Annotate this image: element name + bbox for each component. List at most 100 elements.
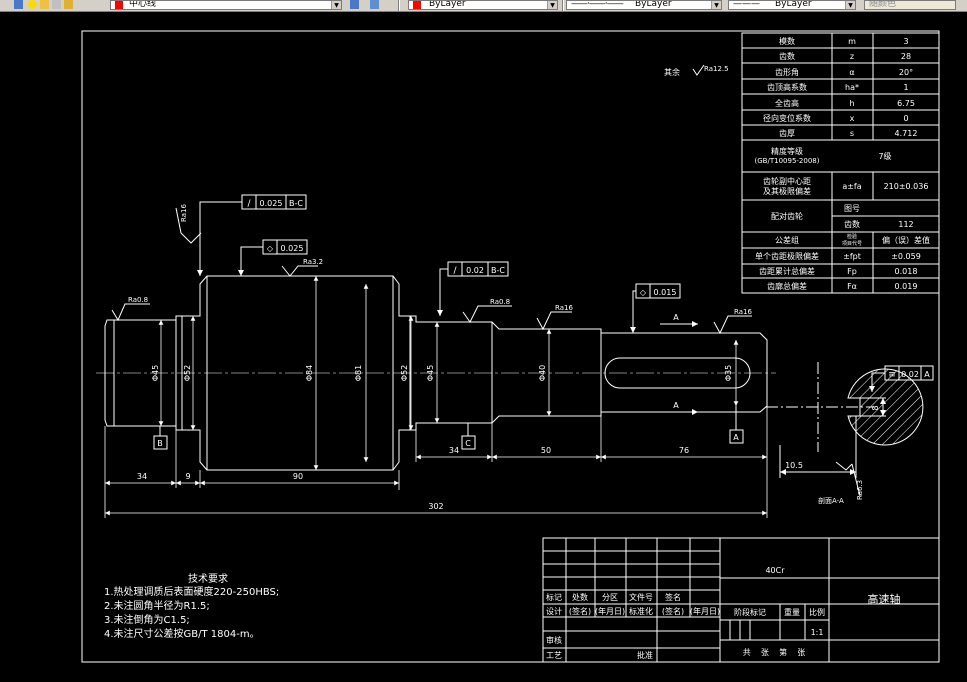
plotstyle-dropdown: 随颜色	[864, 0, 956, 10]
gear-table-cell: 齿厚	[779, 129, 795, 138]
gear-table-cell: z	[850, 52, 854, 61]
key-depth-10-5: 10.5	[785, 461, 803, 470]
mate-teeth-label: 齿数	[844, 219, 860, 229]
linetype-dropdown[interactable]: ——·——·—— ByLayer ▼	[566, 0, 722, 10]
gdt2-value: 0.025	[281, 244, 304, 253]
layer-name: 中心线	[129, 0, 157, 9]
lineweight-dropdown[interactable]: ——— ByLayer ▼	[728, 0, 856, 10]
linetype-sample-icon: ——·——·——	[571, 0, 624, 9]
make-current-layer-icon[interactable]	[350, 0, 359, 9]
gdt-frame-2: ◇ 0.025	[238, 239, 308, 276]
tb-count: 处数	[572, 592, 588, 602]
roughness-r5: Ra16	[555, 304, 573, 312]
gear-table-cell: 径向变位系数	[763, 113, 811, 123]
roughness-symbol-icon	[111, 303, 150, 322]
center-distance-value: 210±0.036	[884, 182, 929, 191]
datum-c: C	[465, 439, 471, 448]
tolerance-check-label: 检验	[847, 233, 857, 240]
layer-dropdown[interactable]: 中心线 ▼	[110, 0, 342, 10]
notes-title: 技术要求	[188, 572, 228, 585]
tb-sign-name: (签名)	[569, 606, 591, 616]
len-302: 302	[428, 502, 443, 511]
note-line-4: 4.未注尺寸公差按GB/T 1804-m。	[104, 627, 260, 640]
key-width-8: 8	[871, 405, 880, 410]
layer-manager-icon[interactable]	[14, 0, 23, 9]
tb-sheets: 共 张 第 张	[743, 647, 806, 657]
roughness-symbol-icon	[536, 311, 572, 331]
gear-table-lower: 精度等级 (GB/T10095-2008) 7级 齿轮副中心距 及其极限偏差 a…	[755, 146, 930, 291]
toolbar-separator	[562, 0, 564, 11]
note-line-2: 2.未注圆角半径为R1.5;	[104, 599, 210, 612]
note-line-1: 1.热处理调质后表面硬度220-250HBS;	[104, 585, 279, 598]
roughness-symbol-icon	[713, 315, 752, 335]
gear-table-cell: ha*	[845, 83, 859, 92]
gear-table-cell: 齿形角	[775, 67, 799, 77]
profile-dev-symbol: Fα	[847, 282, 857, 291]
tb-process: 工艺	[546, 651, 562, 660]
chevron-down-icon[interactable]: ▼	[547, 1, 557, 9]
gdt2-symbol: ◇	[267, 244, 274, 253]
tb-date: (年月日)	[595, 606, 625, 616]
pitch-dev-symbol: ±fpt	[843, 252, 861, 261]
gear-table-cell: 3	[903, 37, 908, 46]
toolbar-separator	[398, 0, 400, 11]
tolerance-symbol-label: 项目代号	[842, 240, 862, 247]
roughness-r2: Ra3.2	[303, 258, 323, 266]
len-76: 76	[679, 446, 689, 455]
tolerance-group-label: 公差组	[775, 235, 799, 245]
cum-pitch-label: 齿距累计总偏差	[759, 266, 815, 276]
gear-table-cell: h	[849, 99, 854, 108]
drawing-frame	[81, 30, 940, 663]
gdt1-value: 0.025	[260, 199, 283, 208]
section-a-a: 8 10.5 剖面A-A	[766, 362, 924, 505]
gdt5-datum: A	[924, 370, 930, 379]
tb-mark: 标记	[546, 592, 562, 602]
gear-table-cell: 全齿高	[775, 98, 799, 108]
lineweight-sample-icon: ———	[733, 0, 760, 9]
tb-zone: 分区	[602, 593, 618, 602]
layer-color-swatch-icon	[115, 1, 123, 9]
datum-b: B	[157, 439, 163, 448]
gdt4-symbol: ◇	[640, 288, 647, 297]
chevron-down-icon[interactable]: ▼	[711, 1, 721, 9]
gear-table-cell: 1	[903, 83, 908, 92]
profile-dev-value: 0.019	[895, 282, 918, 291]
accuracy-std: (GB/T10095-2008)	[755, 157, 820, 165]
gdt3-symbol: /	[453, 266, 457, 276]
general-roughness-value: Ra12.5	[704, 65, 729, 73]
note-line-3: 3.未注倒角为C1.5;	[104, 613, 190, 626]
section-label: 剖面A-A	[818, 496, 844, 505]
cum-pitch-symbol: Fp	[847, 267, 857, 276]
section-arrow-a-bottom: A	[673, 401, 679, 410]
layer-freeze-sun-icon[interactable]	[40, 0, 49, 9]
roughness-r3: Ra0.8	[128, 296, 148, 304]
gdt3-value: 0.02	[466, 266, 484, 275]
gdt3-datum: B-C	[491, 266, 505, 275]
roughness-r4: Ra0.8	[490, 298, 510, 306]
tb-sign: 签名	[665, 592, 681, 602]
chevron-down-icon[interactable]: ▼	[845, 1, 855, 9]
layer-lock-icon[interactable]	[52, 0, 61, 9]
gdt4-value: 0.015	[654, 288, 677, 297]
tb-weight: 重量	[784, 607, 800, 617]
layer-on-bulb-icon[interactable]	[28, 0, 37, 9]
layer-plot-icon[interactable]	[64, 0, 73, 9]
drawing-canvas[interactable]: 其余 Ra12.5 模数 m 3 齿数 z 28 齿形角 α 20° 齿顶高系数 ha* 1 全齿高 h 6…	[0, 11, 967, 678]
color-value: ByLayer	[429, 0, 466, 9]
profile-dev-label: 齿廓总偏差	[767, 281, 807, 291]
pitch-dev-label: 单个齿距极限偏差	[755, 251, 819, 261]
chevron-down-icon[interactable]: ▼	[331, 1, 341, 9]
layer-previous-icon[interactable]	[370, 0, 379, 9]
length-labels: 34 9 90 34 50 76 302	[137, 446, 689, 511]
general-roughness-label: 其余	[664, 67, 680, 77]
section-arrow-a-top: A	[673, 313, 679, 322]
center-distance-label: 齿轮副中心距	[763, 176, 811, 186]
roughness-r1: Ra16	[180, 204, 188, 222]
len-34-right: 34	[449, 446, 459, 455]
gdt-frame-4: ◇ 0.015	[630, 283, 681, 333]
part-name: 高速轴	[868, 592, 901, 606]
tb-stage: 阶段标记	[734, 607, 766, 617]
gear-table-rows: 模数 m 3 齿数 z 28 齿形角 α 20° 齿顶高系数 ha* 1 全齿高 h 6.75 径向变位系数 x…	[763, 36, 917, 138]
color-dropdown[interactable]: ByLayer ▼	[408, 0, 558, 10]
gear-table-cell: 模数	[779, 36, 795, 46]
